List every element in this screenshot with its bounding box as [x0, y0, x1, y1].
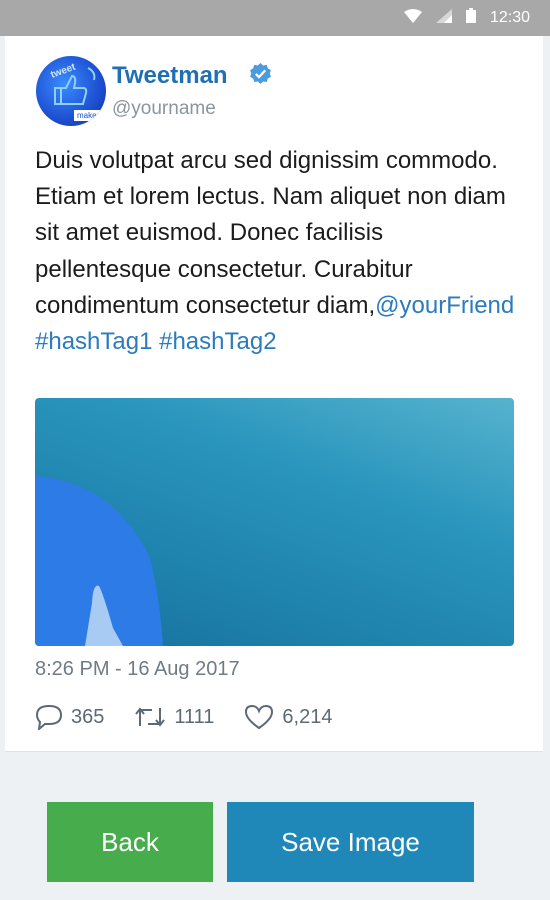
like-count: 6,214 — [282, 705, 333, 728]
tweet-timestamp: 8:26 PM - 16 Aug 2017 — [35, 658, 240, 680]
tweet-text: Duis volutpat arcu sed dignissim commodo… — [35, 143, 515, 360]
save-image-button[interactable]: Save Image — [227, 802, 474, 882]
retweet-icon — [135, 707, 166, 727]
tweet-maker-logo-icon: tweet maker — [49, 62, 100, 121]
image-graphic — [35, 476, 163, 646]
verified-badge-icon — [248, 62, 273, 87]
tweet-stats: 365 1111 6,214 — [35, 702, 362, 732]
hashtag-links[interactable]: #hashTag1 #hashTag2 — [35, 328, 277, 355]
status-time: 12:30 — [489, 9, 530, 26]
retweet-stat[interactable]: 1111 — [134, 704, 214, 730]
logo-text-tweet: tweet — [49, 62, 77, 81]
like-stat[interactable]: 6,214 — [244, 704, 332, 730]
user-handle[interactable]: @yourname — [112, 98, 216, 120]
heart-icon — [245, 704, 274, 730]
wifi-icon — [403, 8, 422, 28]
avatar[interactable]: tweet maker — [36, 56, 106, 126]
signal-icon — [435, 8, 452, 28]
status-bar: 12:30 — [0, 0, 550, 36]
retweet-count: 1111 — [174, 705, 215, 728]
reply-count: 365 — [71, 705, 105, 728]
back-button[interactable]: Back — [47, 802, 213, 882]
battery-icon — [465, 8, 476, 28]
display-name[interactable]: Tweetman — [112, 62, 228, 90]
mention-link[interactable]: @yourFriend — [375, 292, 514, 319]
action-bar: Back Save Image — [0, 752, 550, 900]
logo-text-maker: maker — [77, 111, 100, 120]
reply-icon — [35, 704, 63, 730]
reply-stat[interactable]: 365 — [35, 704, 104, 730]
tweet-image[interactable] — [35, 398, 514, 646]
tweet-card: tweet maker Tweetman @yourname Duis volu… — [5, 36, 543, 752]
